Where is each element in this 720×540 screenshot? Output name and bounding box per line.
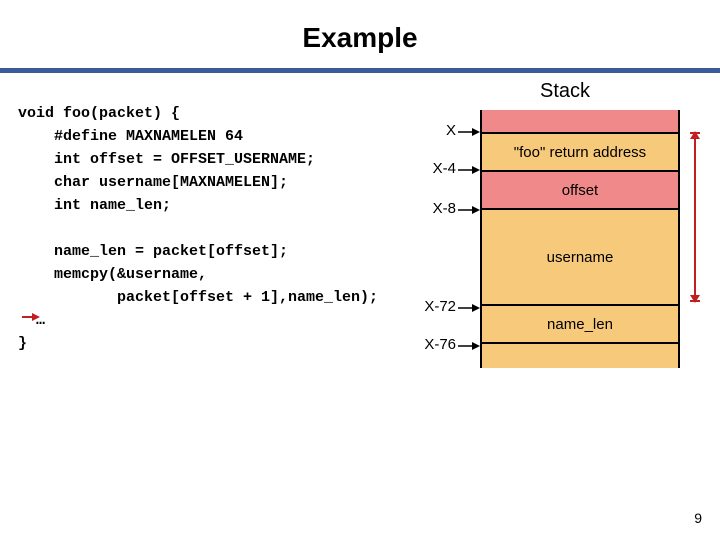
code-line: packet[offset + 1],name_len); (18, 289, 378, 306)
page-number: 9 (694, 510, 702, 526)
stack-row-bottom (482, 342, 678, 368)
arrow-right-icon (458, 341, 480, 351)
stack-row-return-address: "foo" return address (482, 132, 678, 170)
code-line: name_len = packet[offset]; (18, 243, 288, 260)
code-block: void foo(packet) { #define MAXNAMELEN 64… (18, 102, 378, 355)
stack-diagram: "foo" return address offset username nam… (480, 110, 680, 368)
stack-ptr-x-4: X-4 (416, 160, 456, 177)
title-divider (0, 68, 720, 73)
stack-ptr-x: X (416, 122, 456, 139)
code-line: #define MAXNAMELEN 64 (18, 128, 243, 145)
stack-row-name-len: name_len (482, 304, 678, 342)
code-line: int offset = OFFSET_USERNAME; (18, 151, 315, 168)
code-pointer-arrow-icon (22, 312, 40, 322)
code-line: int name_len; (18, 197, 171, 214)
stack-ptr-x-76: X-76 (416, 336, 456, 353)
code-line: void foo(packet) { (18, 105, 180, 122)
arrow-right-icon (458, 127, 480, 137)
stack-heading: Stack (540, 80, 590, 103)
stack-ptr-x-72: X-72 (416, 298, 456, 315)
code-line: memcpy(&username, (18, 266, 207, 283)
stack-row-username: username (482, 208, 678, 304)
code-line: char username[MAXNAMELEN]; (18, 174, 288, 191)
stack-row-top (482, 110, 678, 132)
arrow-right-icon (458, 205, 480, 215)
code-line: } (18, 335, 27, 352)
arrow-right-icon (458, 303, 480, 313)
stack-size-indicator (690, 132, 700, 302)
stack-row-offset: offset (482, 170, 678, 208)
arrow-right-icon (458, 165, 480, 175)
slide-title: Example (0, 0, 720, 54)
stack-ptr-x-8: X-8 (416, 200, 456, 217)
